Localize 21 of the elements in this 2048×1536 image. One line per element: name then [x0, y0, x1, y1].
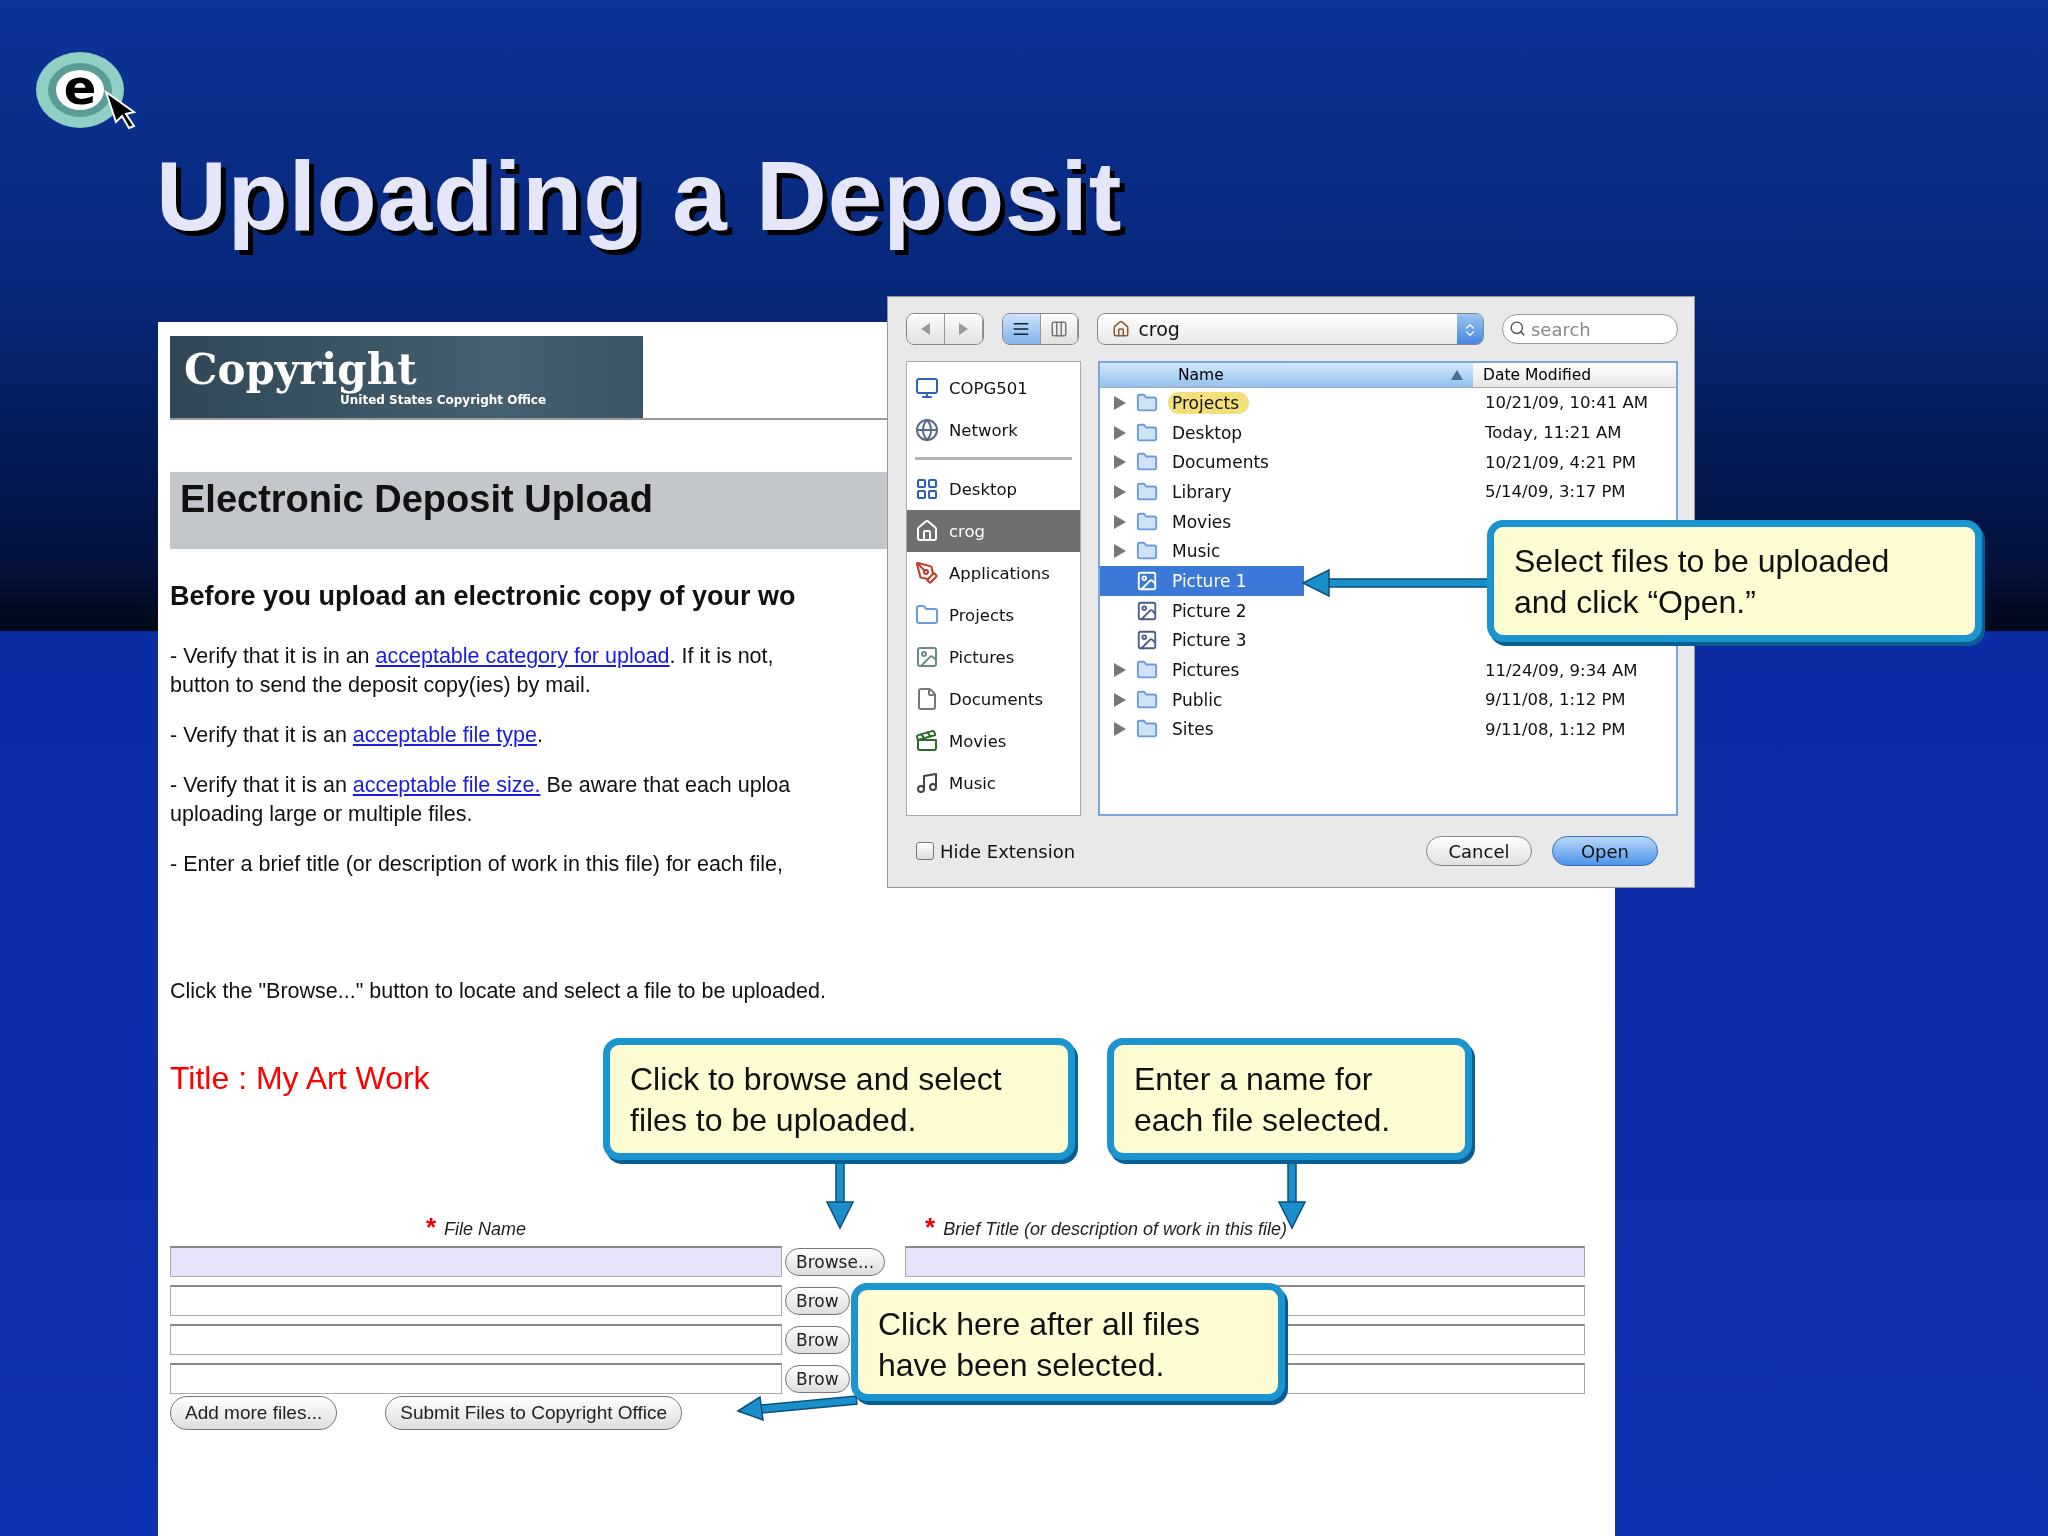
banner-wordmark: Copyright [184, 346, 417, 393]
column-label: File Name [444, 1219, 527, 1240]
column-label: Brief Title (or description of work in this file) [943, 1219, 1288, 1240]
page-heading: Electronic Deposit Upload [180, 478, 653, 521]
slide-title: Uploading a Deposit [156, 140, 1123, 252]
date-modified: 9/11/08, 1:12 PM [1484, 690, 1627, 710]
intro-text: Before you upload an electronic copy of your wo [170, 580, 796, 613]
date-modified: 11/24/09, 9:34 AM [1484, 660, 1639, 680]
date-modified: 9/11/08, 1:12 PM [1484, 719, 1627, 739]
instruction-paragraph: - Verify that it is an acceptable file size. Be aware that each uploa uploading large or multiple files. [170, 772, 791, 828]
work-title: Title : My Art Work [170, 1059, 430, 1098]
date-modified: 5/14/09, 3:17 PM [1484, 482, 1627, 502]
instruction-paragraph: - Verify that it is in an acceptable category for upload. If it is not, button to send the deposit copy(ies) by mail. [170, 643, 774, 699]
date-modified: 10/21/09, 10:41 AM [1484, 393, 1649, 413]
instruction-paragraph: - Verify that it is an acceptable file type. [170, 722, 543, 749]
instruction-paragraph: - Enter a brief title (or description of work in this file) for each file, [170, 851, 783, 878]
required-mark: * [925, 1214, 936, 1240]
date-modified: Today, 11:21 AM [1484, 423, 1623, 443]
date-modified: 10/21/09, 4:21 PM [1484, 452, 1638, 472]
required-mark: * [425, 1214, 437, 1240]
browse-instruction: Click the "Browse..." button to locate and select a file to be uploaded. [170, 978, 826, 1005]
